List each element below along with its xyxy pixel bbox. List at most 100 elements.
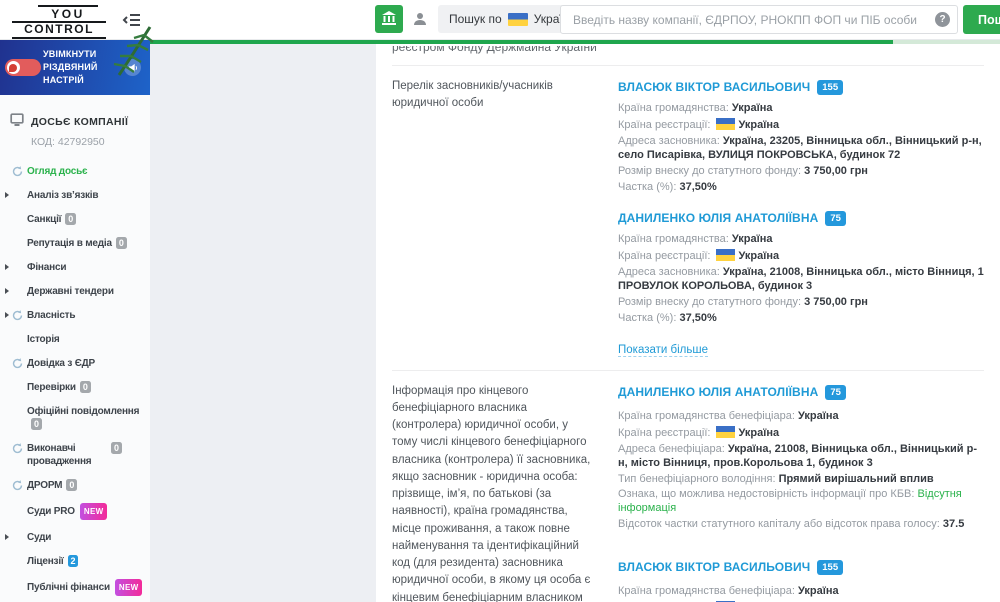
- sidebar-item-label: Публічні фінанси: [27, 582, 110, 593]
- company-search-button[interactable]: [375, 5, 403, 33]
- sidebar-item-5[interactable]: Державні тендери: [0, 285, 150, 298]
- person-link[interactable]: ДАНИЛЕНКО ЮЛІЯ АНАТОЛІЇВНА: [618, 211, 818, 225]
- field-value: Прямий вирішальний вплив: [779, 473, 934, 485]
- search-input[interactable]: [560, 5, 958, 34]
- field-value: 3 750,00 грн: [804, 165, 868, 177]
- scrolled-text-clipped: реєстром Фонду Держмайна України: [392, 46, 984, 60]
- field-row: Країна реєстрації: Україна: [618, 426, 984, 441]
- sidebar-item-label: Державні тендери: [27, 286, 114, 297]
- sidebar-item-15[interactable]: Ліцензії 2: [0, 555, 150, 568]
- sidebar-item-label: Огляд досьє: [27, 166, 87, 177]
- sidebar-item-10[interactable]: Офіційні повідомлення0: [0, 405, 150, 431]
- sidebar-item-2[interactable]: Санкції0: [0, 213, 150, 226]
- refresh-icon: [12, 358, 23, 373]
- entry: ДАНИЛЕНКО ЮЛІЯ АНАТОЛІЇВНА 75 Країна грома…: [618, 383, 984, 533]
- field-label: Частка (%):: [618, 312, 676, 324]
- main-content: реєстром Фонду Держмайна України Перелік…: [376, 44, 1000, 602]
- sidebar-item-3[interactable]: Репутація в медіа0: [0, 237, 150, 250]
- dossier-title: ДОСЬЄ КОМПАНІЇ: [31, 116, 128, 128]
- logo-text-top: YOU: [38, 5, 98, 21]
- field-value: Україна: [739, 119, 780, 131]
- sidebar-item-6[interactable]: Власність: [0, 309, 150, 322]
- field-row: Розмір внеску до статутного фонду: 3 750…: [618, 165, 984, 179]
- sidebar-item-12[interactable]: ДРОРМ0: [0, 479, 150, 492]
- sidebar-item-14[interactable]: Суди: [0, 531, 150, 544]
- field-row: Адреса засновника: Україна, 23205, Вінни…: [618, 135, 984, 163]
- count-badge: 0: [66, 479, 77, 491]
- entry-header: ВЛАСЮК ВІКТОР ВАСИЛЬОВИЧ 155: [618, 78, 984, 96]
- search-submit-button[interactable]: Пошук: [963, 5, 1000, 34]
- count-badge: 0: [80, 381, 91, 393]
- sidebar-item-1[interactable]: Аналіз зв’язків: [0, 189, 150, 202]
- field-row: Адреса засновника: Україна, 21008, Вінни…: [618, 266, 984, 294]
- dossier-header: ДОСЬЄ КОМПАНІЇ КОД: 42792950: [0, 95, 150, 148]
- speaker-icon[interactable]: [124, 59, 141, 76]
- sidebar-item-13[interactable]: Суди PRONEW: [0, 503, 150, 520]
- entry: ВЛАСЮК ВІКТОР ВАСИЛЬОВИЧ155Країна громад…: [618, 78, 984, 195]
- expand-arrow-icon: [5, 312, 9, 318]
- field-label: Країна громадянства бенефіціара:: [618, 410, 795, 422]
- score-badge[interactable]: 75: [825, 385, 846, 400]
- field-value: Україна: [739, 427, 780, 439]
- field-row: Країна реєстрації: Україна: [618, 249, 984, 264]
- field-row: Країна громадянства: Україна: [618, 233, 984, 247]
- field-label: Країна громадянства бенефіціара:: [618, 585, 795, 597]
- sidebar-item-label: Виконавчі провадження: [27, 442, 107, 468]
- field-row: Тип бенефіціарного володіння: Прямий вир…: [618, 473, 984, 487]
- person-link[interactable]: ВЛАСЮК ВІКТОР ВАСИЛЬОВИЧ: [618, 80, 810, 94]
- count-badge: 2: [68, 555, 79, 567]
- score-badge[interactable]: 75: [825, 211, 846, 226]
- field-row: Частка (%): 37,50%: [618, 312, 984, 326]
- sidebar-item-7[interactable]: Історія: [0, 333, 150, 346]
- content-sections: Перелік засновників/учасників юридичної …: [392, 65, 984, 602]
- entry: ВЛАСЮК ВІКТОР ВАСИЛЬОВИЧ 155 Країна громад…: [618, 558, 984, 602]
- person-link[interactable]: ВЛАСЮК ВІКТОР ВАСИЛЬОВИЧ: [618, 560, 810, 574]
- youcontrol-logo[interactable]: YOU CONTROL: [12, 5, 106, 39]
- entry-header: ДАНИЛЕНКО ЮЛІЯ АНАТОЛІЇВНА 75: [618, 383, 984, 401]
- holiday-banner[interactable]: УВІМКНУТИ РІЗДВЯНИЙ НАСТРІЙ: [0, 40, 150, 95]
- sidebar-item-16[interactable]: Публічні фінансиNEW: [0, 579, 150, 596]
- section-entries: ДАНИЛЕНКО ЮЛІЯ АНАТОЛІЇВНА 75 Країна грома…: [618, 383, 984, 602]
- person-search-button[interactable]: [408, 8, 432, 32]
- sidebar-item-label: Суди PRO: [27, 506, 75, 517]
- sidebar-item-11[interactable]: Виконавчі провадження0: [0, 442, 150, 468]
- person-link[interactable]: ДАНИЛЕНКО ЮЛІЯ АНАТОЛІЇВНА: [618, 385, 818, 399]
- progress-bar-fill: [150, 40, 893, 44]
- sidebar-item-label: Ліцензії: [27, 556, 64, 567]
- refresh-icon: [12, 443, 23, 458]
- show-more-link[interactable]: Показати більше: [618, 344, 708, 357]
- ukraine-flag-icon: [716, 118, 735, 130]
- score-badge[interactable]: 155: [817, 560, 843, 575]
- sidebar-item-8[interactable]: Довідка з ЄДР: [0, 357, 150, 370]
- search-scope-prefix: Пошук по: [449, 12, 502, 26]
- entry-header: ВЛАСЮК ВІКТОР ВАСИЛЬОВИЧ 155: [618, 558, 984, 576]
- section-label: Інформація про кінцевого бенефіціарного …: [392, 383, 596, 602]
- field-label: Країна громадянства:: [618, 233, 729, 245]
- sidebar-item-9[interactable]: Перевірки 0: [0, 381, 150, 394]
- field-row: Країна реєстрації: Україна: [618, 118, 984, 133]
- section-0: Перелік засновників/учасників юридичної …: [392, 65, 984, 370]
- expand-arrow-icon: [5, 192, 9, 198]
- field-row: Країна громадянства бенефіціара: Україна: [618, 410, 984, 424]
- santa-toggle-icon[interactable]: [5, 59, 41, 76]
- field-row: Розмір внеску до статутного фонду: 3 750…: [618, 296, 984, 310]
- sidebar-item-label: Перевірки: [27, 382, 76, 393]
- sidebar-collapse-icon[interactable]: [122, 12, 142, 28]
- field-label: Розмір внеску до статутного фонду:: [618, 296, 801, 308]
- sidebar-item-4[interactable]: Фінанси: [0, 261, 150, 274]
- sidebar: УВІМКНУТИ РІЗДВЯНИЙ НАСТРІЙ ДОСЬЄ КОМПАН…: [0, 40, 150, 602]
- progress-bar-track: [893, 40, 1000, 44]
- question-circle-icon[interactable]: ?: [935, 12, 950, 27]
- sidebar-item-label: Фінанси: [27, 262, 66, 273]
- field-label: Частка (%):: [618, 181, 676, 193]
- field-label: Тип бенефіціарного володіння:: [618, 473, 776, 485]
- field-value: Україна: [798, 410, 839, 422]
- sidebar-item-0[interactable]: Огляд досьє: [0, 165, 150, 178]
- field-label: Адреса бенефіціара:: [618, 443, 725, 455]
- dossier-title-row: ДОСЬЄ КОМПАНІЇ: [10, 113, 142, 130]
- top-bar: YOU CONTROL Пошук по Україні ? Пошук: [0, 0, 1000, 40]
- field-value: Україна: [732, 102, 773, 114]
- field-value: 3 750,00 грн: [804, 296, 868, 308]
- field-label: Відсоток частки статутного капіталу або …: [618, 518, 940, 530]
- score-badge[interactable]: 155: [817, 80, 843, 95]
